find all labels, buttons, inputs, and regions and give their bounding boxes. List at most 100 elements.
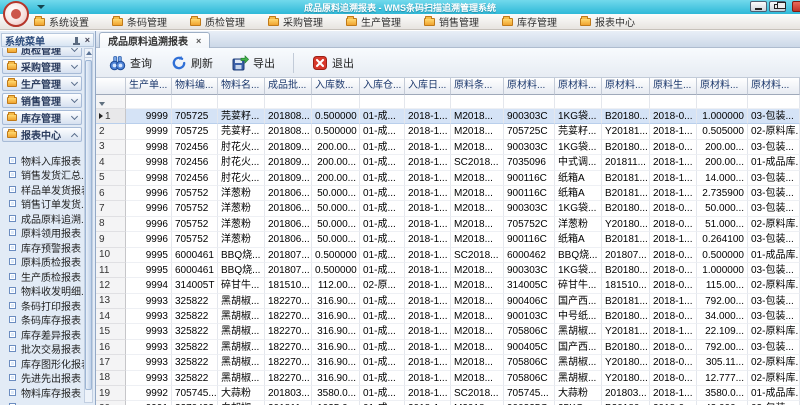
table-cell[interactable]: 2018-1... [650, 171, 697, 186]
column-header[interactable]: 原材料... [748, 78, 800, 95]
table-cell[interactable]: 43.000... [697, 401, 748, 405]
row-header[interactable]: 16 [96, 340, 126, 355]
table-cell[interactable]: 洋葱粉 [218, 217, 265, 232]
table-cell[interactable]: 02-原料库... [748, 324, 800, 339]
table-cell[interactable]: 01-成... [360, 371, 405, 386]
table-cell[interactable]: 1035.0... [312, 401, 360, 405]
table-cell[interactable]: 14.000... [697, 171, 748, 186]
table-row[interactable]: 139993325822黑胡椒...182270...316.90...01-成… [96, 294, 800, 309]
table-cell[interactable]: 9998 [126, 155, 172, 170]
table-cell[interactable]: 9998 [126, 140, 172, 155]
table-cell[interactable]: 50.000... [312, 217, 360, 232]
table-cell[interactable]: 3580.0... [697, 386, 748, 401]
table-cell[interactable]: 705745... [172, 386, 218, 401]
column-header[interactable]: 原材料... [555, 78, 602, 95]
table-cell[interactable]: 02-原... [360, 278, 405, 293]
table-cell[interactable]: 洋葱粉 [218, 186, 265, 201]
table-cell[interactable]: 2018-1... [405, 309, 451, 324]
table-cell[interactable]: 03-包装... [748, 263, 800, 278]
table-cell[interactable]: 9993 [126, 294, 172, 309]
table-cell[interactable]: 705725C [504, 124, 555, 139]
table-cell[interactable]: 25KG... [555, 401, 602, 405]
table-cell[interactable]: Y20180... [602, 371, 650, 386]
table-cell[interactable]: 316.90... [312, 340, 360, 355]
table-cell[interactable]: 702456 [172, 171, 218, 186]
table-cell[interactable]: 181510... [602, 278, 650, 293]
sidebar-report-item[interactable]: 物料入库报表 [2, 153, 84, 168]
sidebar-group[interactable]: 生产管理 [2, 76, 82, 91]
row-header[interactable]: 1 [96, 109, 126, 124]
table-cell[interactable]: 115.00... [697, 278, 748, 293]
sidebar-group[interactable]: 质检管理 [2, 48, 82, 57]
table-cell[interactable]: 2018-1... [405, 124, 451, 139]
table-cell[interactable]: B20180... [602, 140, 650, 155]
table-cell[interactable]: M2018... [451, 171, 504, 186]
table-cell[interactable]: 白胡椒... [218, 401, 265, 405]
sidebar-report-item[interactable]: 先进先出报表 [2, 371, 84, 386]
table-row[interactable]: 159993325822黑胡椒...182270...316.90...01-成… [96, 324, 800, 339]
row-header[interactable]: 5 [96, 171, 126, 186]
table-cell[interactable]: 9999 [126, 109, 172, 124]
table-cell[interactable]: 50.000... [697, 201, 748, 216]
table-cell[interactable]: BBQ烧... [218, 248, 265, 263]
row-header[interactable]: 7 [96, 201, 126, 216]
table-cell[interactable]: 201806... [265, 201, 312, 216]
table-cell[interactable]: 2018-1... [650, 294, 697, 309]
table-cell[interactable]: 纸箱A [555, 171, 602, 186]
sidebar-report-item[interactable]: 物料库存报表 [2, 385, 84, 400]
table-cell[interactable]: 6000462 [504, 248, 555, 263]
table-cell[interactable]: M2018... [451, 140, 504, 155]
filter-cell[interactable] [126, 95, 172, 109]
table-cell[interactable]: Y20181... [602, 324, 650, 339]
table-row[interactable]: 29999705725芫荽籽...201808...0.50000001-成..… [96, 124, 800, 139]
sidebar-report-item[interactable]: 成品原料追溯... [2, 211, 84, 226]
table-cell[interactable]: 03-包装... [748, 201, 800, 216]
column-header[interactable]: 物料编... [172, 78, 218, 95]
column-header[interactable]: 原材料... [504, 78, 555, 95]
table-row[interactable]: 79996705752洋葱粉201806...50.000...01-成...2… [96, 201, 800, 216]
table-cell[interactable]: 3580.0... [312, 386, 360, 401]
table-cell[interactable]: 900303C [504, 109, 555, 124]
table-cell[interactable]: B20180... [602, 201, 650, 216]
table-cell[interactable]: 黑胡椒... [218, 309, 265, 324]
column-header[interactable]: 入库日... [405, 78, 451, 95]
table-cell[interactable]: 01-成... [360, 155, 405, 170]
row-header[interactable]: 12 [96, 278, 126, 293]
table-row[interactable]: 59998702456肘花火...201809...200.00...01-成.… [96, 171, 800, 186]
table-cell[interactable]: 2018-1... [650, 232, 697, 247]
filter-cell[interactable] [218, 95, 265, 109]
table-cell[interactable]: M2018... [451, 324, 504, 339]
table-cell[interactable]: 900325C [504, 401, 555, 405]
table-cell[interactable]: 900405C [504, 340, 555, 355]
sidebar-group[interactable]: 报表中心 [2, 127, 82, 142]
sidebar-report-item[interactable]: 库存图形化报表 [2, 356, 84, 371]
table-cell[interactable]: 705752 [172, 232, 218, 247]
table-cell[interactable]: 1.000000 [697, 109, 748, 124]
table-cell[interactable]: 黑胡椒... [218, 340, 265, 355]
column-header[interactable]: 入库仓... [360, 78, 405, 95]
table-cell[interactable]: 900303C [504, 201, 555, 216]
table-cell[interactable]: M2018... [451, 217, 504, 232]
table-row[interactable]: 179993325822黑胡椒...182270...316.90...01-成… [96, 355, 800, 370]
table-cell[interactable]: 325822 [172, 294, 218, 309]
column-header[interactable]: 原料条... [451, 78, 504, 95]
scroll-up-icon[interactable] [85, 49, 92, 58]
row-header[interactable]: 13 [96, 294, 126, 309]
table-cell[interactable]: 01-成... [360, 263, 405, 278]
menu-item[interactable]: 采购管理 [268, 14, 323, 29]
row-header[interactable]: 9 [96, 232, 126, 247]
table-cell[interactable]: 201807... [602, 248, 650, 263]
table-cell[interactable]: M2018... [451, 232, 504, 247]
table-cell[interactable]: 316.90... [312, 294, 360, 309]
table-cell[interactable]: B20180... [602, 309, 650, 324]
column-header[interactable]: 物料名... [218, 78, 265, 95]
table-cell[interactable]: 9998 [126, 171, 172, 186]
table-cell[interactable]: B20180... [602, 109, 650, 124]
table-cell[interactable]: 03-包装... [748, 401, 800, 405]
table-cell[interactable]: 200.00... [312, 140, 360, 155]
table-cell[interactable]: 9993 [126, 309, 172, 324]
table-cell[interactable]: SC2018... [451, 155, 504, 170]
table-cell[interactable]: 201808... [265, 109, 312, 124]
table-cell[interactable]: 02-原料库... [748, 217, 800, 232]
row-header[interactable]: 2 [96, 124, 126, 139]
